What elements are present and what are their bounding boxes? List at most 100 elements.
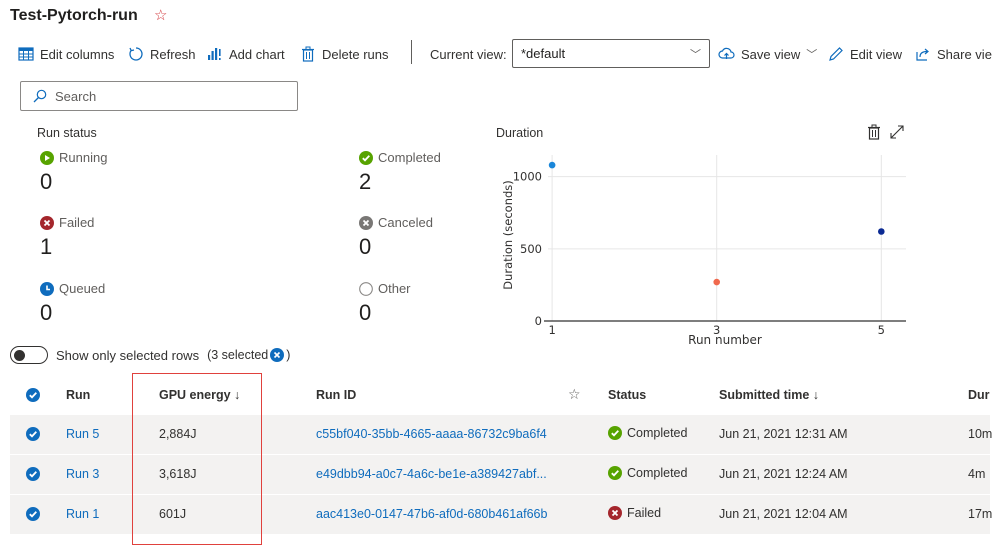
completed-icon xyxy=(608,426,622,440)
row-checkbox[interactable] xyxy=(26,507,40,521)
status-running: Running 0 xyxy=(40,150,107,195)
refresh-label: Refresh xyxy=(150,46,196,62)
add-chart-button[interactable]: Add chart xyxy=(207,44,285,64)
status-canceled: Canceled 0 xyxy=(359,215,433,260)
clear-selection-icon[interactable] xyxy=(270,348,285,362)
column-header-submitted-time[interactable]: Submitted time ↓ xyxy=(719,388,819,402)
y-tick-label: 500 xyxy=(520,242,542,256)
share-icon xyxy=(916,48,929,61)
status-label: Running xyxy=(59,150,108,165)
add-chart-label: Add chart xyxy=(229,46,285,62)
table-row[interactable]: Run 5 2,884J c55bf040-35bb-4665-aaaa-867… xyxy=(10,415,993,455)
pencil-icon xyxy=(829,47,843,61)
edit-columns-button[interactable]: Edit columns xyxy=(18,44,114,64)
duration-value: 4m xyxy=(968,467,986,481)
expand-chart-button[interactable] xyxy=(889,124,905,143)
run-id-link[interactable]: e49dbb94-a0c7-4a6c-be1e-a389427abf... xyxy=(316,467,547,481)
edit-view-button[interactable]: Edit view xyxy=(828,44,902,64)
delete-runs-button[interactable]: Delete runs xyxy=(300,44,388,64)
run-status-title: Run status xyxy=(37,126,97,140)
status-other: Other 0 xyxy=(359,281,411,326)
data-point-run-3 xyxy=(713,278,721,286)
status-count: 0 xyxy=(40,169,53,194)
show-selected-row: Show only selected rows (3 selected ) xyxy=(10,346,290,364)
edit-view-label: Edit view xyxy=(850,46,903,62)
submitted-time-value: Jun 21, 2021 12:31 AM xyxy=(719,427,848,441)
row-checkbox[interactable] xyxy=(26,467,40,481)
delete-chart-button[interactable] xyxy=(867,124,881,143)
status-count: 0 xyxy=(359,300,372,325)
status-label: Failed xyxy=(59,215,95,230)
y-tick-label: 1000 xyxy=(513,170,542,184)
selected-count: (3 selected ) xyxy=(207,348,291,362)
x-axis-label: Run number xyxy=(688,333,762,347)
completed-icon xyxy=(359,150,373,165)
status-count: 0 xyxy=(40,300,53,325)
run-link[interactable]: Run 3 xyxy=(66,467,99,481)
select-all-checkbox[interactable] xyxy=(26,388,40,402)
share-view-button[interactable]: Share vie xyxy=(915,44,992,64)
x-tick-label: 5 xyxy=(878,323,885,337)
status-count: 2 xyxy=(359,169,372,194)
row-checkbox[interactable] xyxy=(26,427,40,441)
chart-title: Duration xyxy=(496,126,544,140)
duration-value: 17m xyxy=(968,507,993,521)
canceled-icon xyxy=(359,215,373,230)
gpu-energy-value: 601J xyxy=(159,507,187,521)
save-view-button[interactable]: Save view ﹀ xyxy=(718,44,817,64)
running-icon xyxy=(40,150,54,165)
toolbar-divider xyxy=(411,40,412,64)
submitted-time-value: Jun 21, 2021 12:24 AM xyxy=(719,467,848,481)
current-view-dropdown[interactable]: *default ﹀ xyxy=(512,39,710,68)
failed-icon xyxy=(40,215,54,230)
trash-icon xyxy=(868,124,880,140)
status-badge: Completed xyxy=(608,466,687,480)
favorite-column-star-icon[interactable]: ☆ xyxy=(568,386,581,403)
expand-icon xyxy=(890,125,904,139)
share-view-label: Share vie xyxy=(937,46,992,62)
refresh-button[interactable]: Refresh xyxy=(128,44,196,64)
status-queued: Queued 0 xyxy=(40,281,105,326)
y-axis-label: Duration (seconds) xyxy=(501,180,515,290)
show-selected-toggle[interactable] xyxy=(10,346,48,364)
gpu-energy-value: 3,618J xyxy=(159,467,197,481)
status-badge: Failed xyxy=(608,506,661,520)
status-count: 1 xyxy=(40,234,53,259)
duration-scatter-chart: 1 3 505001000 Run number Duration (seconds… xyxy=(501,155,906,347)
submitted-time-value: Jun 21, 2021 12:04 AM xyxy=(719,507,848,521)
column-header-duration[interactable]: Dur xyxy=(968,388,990,402)
search-input[interactable]: Search xyxy=(20,81,298,111)
other-icon xyxy=(359,281,373,296)
run-id-link[interactable]: c55bf040-35bb-4665-aaaa-86732c9ba6f4 xyxy=(316,427,547,441)
column-header-gpu-energy[interactable]: GPU energy ↓ xyxy=(159,388,240,402)
column-header-status[interactable]: Status xyxy=(608,388,646,402)
data-point-run-1 xyxy=(548,161,556,169)
current-view-label: Current view: xyxy=(430,47,507,62)
refresh-icon xyxy=(129,47,143,61)
run-id-link[interactable]: aac413e0-0147-47b6-af0d-680b461af66b xyxy=(316,507,547,521)
current-view-value: *default xyxy=(521,46,566,61)
favorite-star-icon[interactable]: ☆ xyxy=(154,6,167,24)
column-header-run-id[interactable]: Run ID xyxy=(316,388,356,402)
status-label: Canceled xyxy=(378,215,433,230)
status-count: 0 xyxy=(359,234,372,259)
failed-icon xyxy=(608,506,622,520)
duration-value: 10m xyxy=(968,427,993,441)
bar-chart-add-icon xyxy=(208,48,221,60)
table-grid-icon xyxy=(18,47,34,61)
column-header-run[interactable]: Run xyxy=(66,388,90,402)
trash-icon xyxy=(302,46,314,62)
table-row[interactable]: Run 3 3,618J e49dbb94-a0c7-4a6c-be1e-a38… xyxy=(10,455,990,495)
queued-icon xyxy=(40,281,54,296)
x-tick-label: 1 xyxy=(548,323,555,337)
search-icon xyxy=(33,89,47,103)
chevron-down-icon: ﹀ xyxy=(690,48,701,61)
chevron-down-icon: ﹀ xyxy=(806,49,818,61)
edit-columns-label: Edit columns xyxy=(40,46,115,62)
completed-icon xyxy=(608,466,622,480)
table-header: Run GPU energy ↓ Run ID ☆ Status Submitt… xyxy=(10,376,990,414)
table-row[interactable]: Run 1 601J aac413e0-0147-47b6-af0d-680b4… xyxy=(10,495,993,535)
data-point-run-5 xyxy=(878,228,885,235)
run-link[interactable]: Run 5 xyxy=(66,427,99,441)
run-link[interactable]: Run 1 xyxy=(66,507,99,521)
